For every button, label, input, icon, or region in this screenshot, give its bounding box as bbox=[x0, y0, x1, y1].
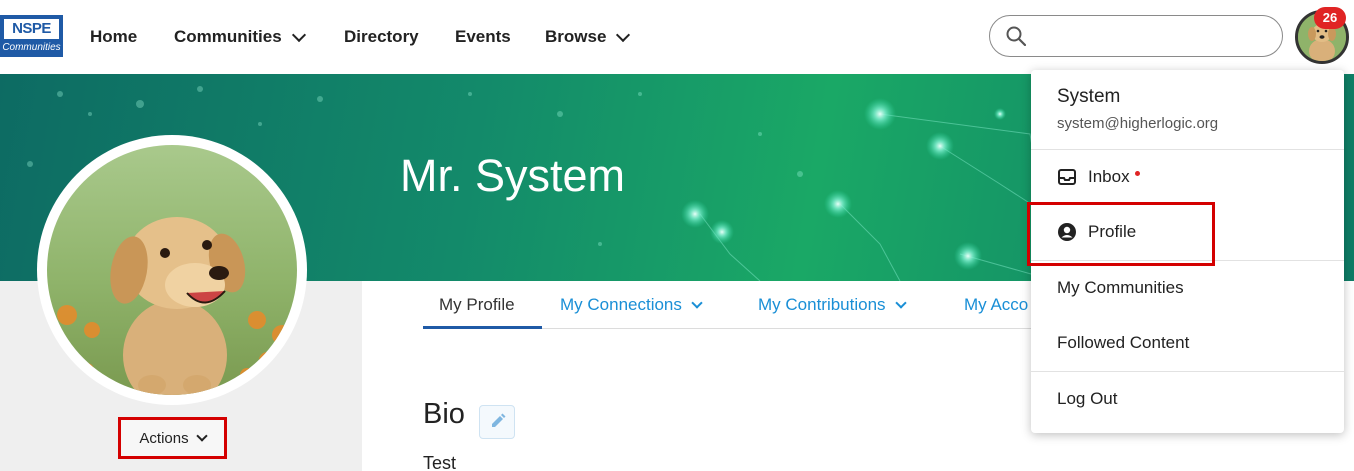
tab-my-connections-label: My Connections bbox=[560, 295, 682, 314]
nav-browse[interactable]: Browse bbox=[545, 25, 631, 49]
tab-my-account-label: My Acco bbox=[964, 295, 1029, 314]
profile-highlight-box bbox=[1027, 202, 1215, 266]
menu-item-my-communities[interactable]: My Communities bbox=[1057, 278, 1184, 298]
menu-item-log-out-label: Log Out bbox=[1057, 389, 1118, 408]
profile-name-heading: Mr. System bbox=[400, 150, 626, 201]
active-tab-indicator bbox=[423, 326, 542, 329]
tab-my-profile[interactable]: My Profile bbox=[439, 295, 515, 315]
actions-dropdown-button[interactable]: Actions bbox=[118, 417, 227, 459]
profile-tabs: My Profile My Connections My Contributio… bbox=[423, 281, 1043, 329]
menu-divider bbox=[1031, 371, 1344, 372]
menu-item-my-communities-label: My Communities bbox=[1057, 278, 1184, 297]
menu-item-followed-content-label: Followed Content bbox=[1057, 333, 1190, 352]
logo-bottom-text: Communities bbox=[2, 42, 61, 53]
search-input[interactable] bbox=[1034, 22, 1274, 50]
nav-browse-label: Browse bbox=[545, 27, 607, 46]
chevron-down-icon bbox=[195, 430, 208, 442]
tab-my-connections[interactable]: My Connections bbox=[560, 295, 703, 315]
chevron-down-icon bbox=[616, 27, 631, 42]
nav-home-label: Home bbox=[90, 27, 138, 46]
unread-dot-icon bbox=[1134, 170, 1140, 176]
profile-photo-frame bbox=[47, 145, 297, 395]
nav-communities[interactable]: Communities bbox=[174, 25, 306, 49]
menu-item-inbox-label: Inbox bbox=[1088, 167, 1130, 186]
tab-my-contributions[interactable]: My Contributions bbox=[758, 295, 907, 315]
nav-events-label: Events bbox=[455, 27, 511, 46]
nav-events[interactable]: Events bbox=[455, 25, 511, 49]
inbox-icon bbox=[1058, 169, 1076, 185]
bio-text: Test bbox=[423, 453, 457, 471]
nav-directory-label: Directory bbox=[344, 27, 419, 46]
menu-user-name: System bbox=[1057, 86, 1121, 107]
edit-bio-button[interactable] bbox=[479, 405, 515, 439]
logo-top-text: NSPE bbox=[4, 19, 59, 39]
search-box[interactable] bbox=[989, 15, 1283, 57]
chevron-down-icon bbox=[691, 297, 703, 309]
search-icon bbox=[1006, 26, 1026, 46]
nav-home[interactable]: Home bbox=[90, 25, 137, 49]
tab-my-account[interactable]: My Acco bbox=[964, 295, 1028, 315]
menu-divider bbox=[1031, 149, 1344, 150]
nav-communities-label: Communities bbox=[174, 27, 282, 46]
pencil-icon bbox=[492, 413, 506, 427]
nav-directory[interactable]: Directory bbox=[344, 25, 419, 49]
tab-my-profile-label: My Profile bbox=[439, 295, 515, 314]
menu-item-inbox[interactable]: Inbox bbox=[1057, 167, 1140, 187]
chevron-down-icon bbox=[291, 27, 306, 42]
top-navigation: NSPE Communities Home Communities Direct… bbox=[0, 0, 1354, 74]
menu-item-log-out[interactable]: Log Out bbox=[1057, 389, 1118, 409]
bio-heading: Bio bbox=[423, 398, 465, 430]
profile-photo bbox=[37, 135, 307, 405]
actions-label: Actions bbox=[139, 429, 189, 447]
chevron-down-icon bbox=[894, 297, 907, 309]
menu-item-followed-content[interactable]: Followed Content bbox=[1057, 333, 1189, 353]
puppy-photo-image bbox=[47, 145, 297, 395]
notification-badge: 26 bbox=[1314, 7, 1346, 29]
tab-my-contributions-label: My Contributions bbox=[758, 295, 886, 314]
menu-user-email: system@higherlogic.org bbox=[1057, 115, 1219, 132]
nspe-logo[interactable]: NSPE Communities bbox=[0, 15, 63, 57]
